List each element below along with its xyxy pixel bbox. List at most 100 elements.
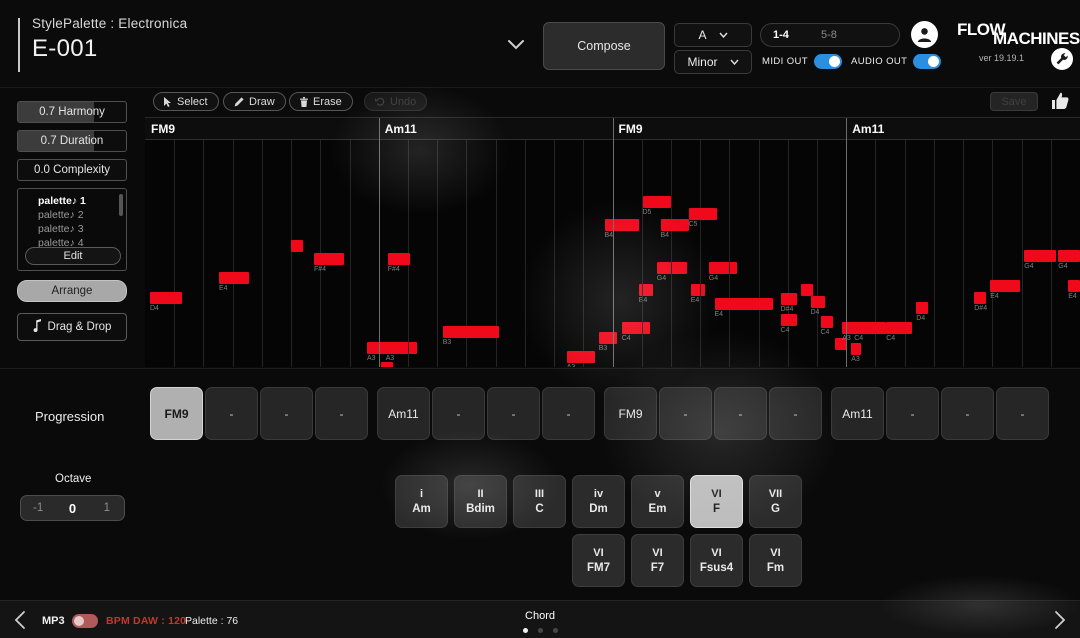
progression-cell[interactable]: FM9 xyxy=(604,387,657,440)
note-block[interactable] xyxy=(387,253,410,265)
chord-button[interactable]: III C xyxy=(513,475,566,528)
page-dot[interactable] xyxy=(522,628,528,633)
chevron-down-icon[interactable] xyxy=(505,36,527,52)
chord-button[interactable]: VI FM7 xyxy=(572,534,625,587)
piano-roll[interactable]: FM9D4E4F#4A3Am11A3E3B3F#4A3B3C4E4G4E4G4F… xyxy=(145,117,1080,367)
progression-cell[interactable]: Am11 xyxy=(377,387,430,440)
palette-list-scrollbar[interactable] xyxy=(119,194,123,216)
note-block[interactable] xyxy=(688,208,717,220)
measure-body[interactable]: A3A3C4C4D4D#4E4G4G4E4G4 xyxy=(842,140,1080,367)
harmony-slider[interactable]: 0.7 Harmony xyxy=(17,101,127,123)
chord-button[interactable]: VII G xyxy=(749,475,802,528)
midi-out-toggle[interactable]: MIDI OUT xyxy=(762,54,842,69)
midi-out-switch[interactable] xyxy=(813,54,842,69)
chord-button[interactable]: v Em xyxy=(631,475,684,528)
note-block[interactable] xyxy=(851,343,862,355)
chord-button[interactable]: i Am xyxy=(395,475,448,528)
note-block[interactable] xyxy=(820,316,833,328)
audio-out-toggle[interactable]: AUDIO OUT xyxy=(851,54,942,69)
progression-cell[interactable]: - xyxy=(659,387,712,440)
progression-cell[interactable]: - xyxy=(886,387,939,440)
scale-select[interactable]: Minor xyxy=(674,50,752,74)
chord-button[interactable]: iv Dm xyxy=(572,475,625,528)
compose-button[interactable]: Compose xyxy=(543,22,665,70)
drag-and-drop-button[interactable]: Drag & Drop xyxy=(17,313,127,341)
octave-value[interactable]: 0 xyxy=(55,501,89,516)
note-block[interactable] xyxy=(780,314,797,326)
measure-body[interactable]: B4 D5 B4 C5 E4 C4 D#4 D4 C4 xyxy=(604,140,847,367)
measure[interactable]: Am11A3E3B3F#4A3B3C4E4G4E4G4 xyxy=(378,118,737,367)
measure-body[interactable]: D4 E4 F#4 A3 xyxy=(145,140,417,367)
thumbs-up-icon[interactable] xyxy=(1050,91,1072,113)
page-dot[interactable] xyxy=(552,628,558,633)
draw-tool-button[interactable]: Draw xyxy=(223,92,286,111)
progression-cell[interactable]: FM9 xyxy=(150,387,203,440)
chord-button[interactable]: VI Fsus4 xyxy=(690,534,743,587)
progression-cell[interactable]: - xyxy=(260,387,313,440)
note-block[interactable] xyxy=(566,351,595,363)
note-block[interactable] xyxy=(604,219,639,231)
note-block[interactable] xyxy=(780,293,797,305)
chevron-right-icon[interactable] xyxy=(1048,609,1070,631)
note-block[interactable] xyxy=(314,253,344,265)
note-block[interactable] xyxy=(916,302,929,314)
arrange-button[interactable]: Arrange xyxy=(17,280,127,302)
chord-button[interactable]: VI F7 xyxy=(631,534,684,587)
chord-button[interactable]: II Bdim xyxy=(454,475,507,528)
note-block[interactable] xyxy=(150,292,182,304)
palette-list-item[interactable]: palette♪ 2 xyxy=(18,208,126,222)
bar-range-selector[interactable]: 1-4 5-8 xyxy=(760,23,900,47)
progression-cell[interactable]: - xyxy=(996,387,1049,440)
progression-cell[interactable]: - xyxy=(714,387,767,440)
note-block[interactable] xyxy=(810,296,825,308)
bar-range-5-8[interactable]: 5-8 xyxy=(821,29,837,41)
octave-stepper[interactable]: -1 0 1 xyxy=(20,495,125,521)
select-tool-button[interactable]: Select xyxy=(153,92,219,111)
undo-button[interactable]: Undo xyxy=(364,92,428,111)
page-dot[interactable] xyxy=(537,628,543,633)
progression-cell[interactable]: - xyxy=(542,387,595,440)
note-block[interactable] xyxy=(219,272,249,284)
note-block[interactable] xyxy=(1068,280,1080,292)
key-select[interactable]: A xyxy=(674,23,752,47)
note-block[interactable] xyxy=(660,219,689,231)
edit-button[interactable]: Edit xyxy=(25,247,121,265)
octave-value[interactable]: -1 xyxy=(21,502,55,514)
octave-value[interactable]: 1 xyxy=(90,502,124,514)
measure[interactable]: Am11A3A3C4C4D4D#4E4G4G4E4G4 xyxy=(842,118,1080,367)
measure[interactable]: FM9 B4 D5 B4 C5 E4 C4 D#4 D4 C4 xyxy=(604,118,847,367)
complexity-slider[interactable]: 0.0 Complexity xyxy=(17,159,127,181)
audio-out-switch[interactable] xyxy=(913,54,942,69)
wrench-icon[interactable] xyxy=(1051,48,1073,70)
note-block[interactable] xyxy=(1058,250,1080,262)
progression-cell[interactable]: - xyxy=(487,387,540,440)
note-block[interactable] xyxy=(291,240,303,252)
avatar[interactable] xyxy=(911,21,938,48)
note-block[interactable] xyxy=(886,322,913,334)
note-block[interactable] xyxy=(854,322,887,334)
note-block[interactable] xyxy=(1024,250,1057,262)
save-button[interactable]: Save xyxy=(990,92,1038,111)
progression-cell[interactable]: - xyxy=(769,387,822,440)
palette-list[interactable]: palette♪ 1 palette♪ 2 palette♪ 3 palette♪ 4 xyxy=(18,194,126,250)
duration-slider[interactable]: 0.7 Duration xyxy=(17,130,127,152)
bar-range-1-4[interactable]: 1-4 xyxy=(773,29,789,41)
chord-button[interactable]: VI F xyxy=(690,475,743,528)
note-block[interactable] xyxy=(442,326,499,338)
palette-list-item[interactable]: palette♪ 3 xyxy=(18,222,126,236)
progression-cell[interactable]: Am11 xyxy=(831,387,884,440)
note-block[interactable] xyxy=(714,298,773,310)
note-block[interactable] xyxy=(642,196,671,208)
note-block[interactable] xyxy=(990,280,1021,292)
measure[interactable]: FM9 D4 E4 F#4 A3 xyxy=(145,118,417,367)
palette-list-item[interactable]: palette♪ 1 xyxy=(18,194,126,208)
note-block[interactable] xyxy=(385,342,408,354)
progression-cell[interactable]: - xyxy=(941,387,994,440)
note-block[interactable] xyxy=(974,292,987,304)
note-block[interactable] xyxy=(800,284,813,296)
progression-cell[interactable]: - xyxy=(315,387,368,440)
progression-cell[interactable]: - xyxy=(205,387,258,440)
note-block[interactable] xyxy=(380,362,393,367)
measure-body[interactable]: A3E3B3F#4A3B3C4E4G4E4G4 xyxy=(379,140,737,367)
erase-tool-button[interactable]: Erase xyxy=(289,92,353,111)
